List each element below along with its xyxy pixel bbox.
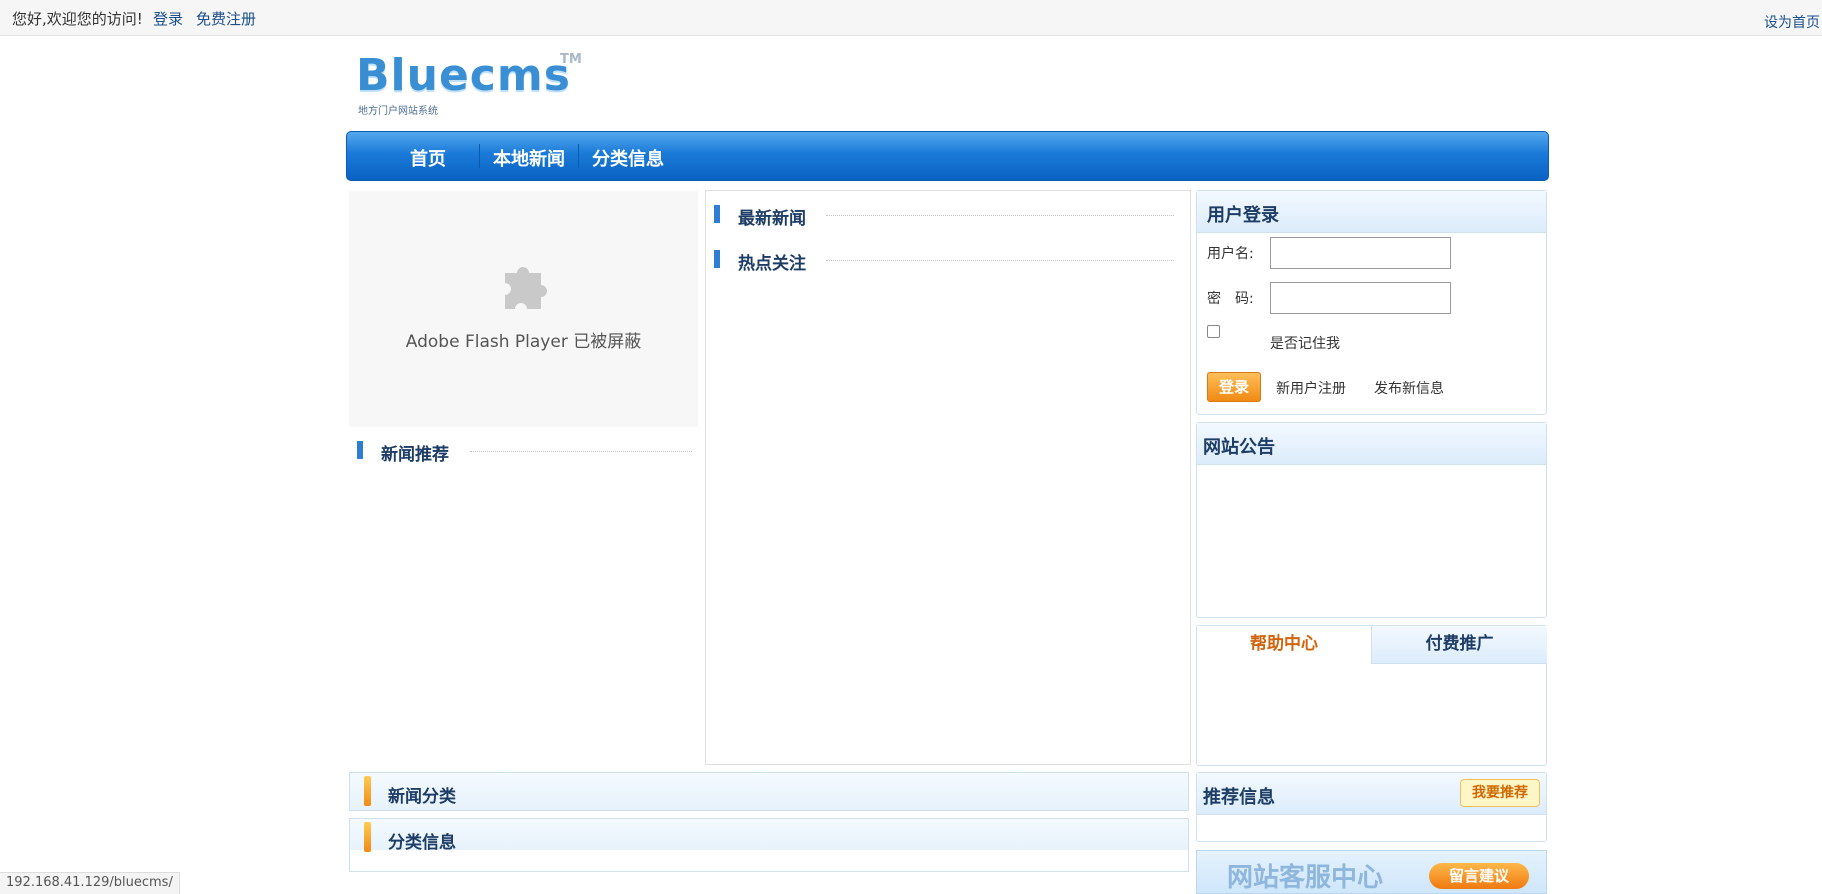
flash-placeholder[interactable]: Adobe Flash Player 已被屏蔽 (349, 191, 698, 427)
puzzle-plugin-icon (505, 267, 547, 309)
greeting-text: 您好,欢迎您的访问! (12, 10, 143, 28)
latest-news-title: 最新新闻 (738, 209, 806, 229)
nav-separator (479, 144, 480, 168)
site-logo[interactable]: Bluecms TM 地方门户网站系统 (356, 50, 596, 120)
set-homepage-link[interactable]: 设为首页 (1764, 12, 1820, 32)
recommend-button[interactable]: 我要推荐 (1460, 779, 1540, 807)
nav-separator (578, 144, 579, 168)
recommend-title: 推荐信息 (1203, 787, 1275, 808)
hot-topics-title: 热点关注 (738, 254, 806, 274)
section-marker (364, 822, 371, 852)
login-box-header: 用户登录 (1197, 191, 1546, 233)
logo-tm: TM (560, 52, 582, 67)
dotted-divider (826, 215, 1174, 216)
middle-column (705, 190, 1191, 765)
section-marker (714, 205, 720, 223)
dotted-divider (826, 260, 1174, 261)
feedback-button[interactable]: 留言建议 (1429, 863, 1529, 889)
login-box-title: 用户登录 (1207, 205, 1279, 226)
tab-help-center[interactable]: 帮助中心 (1197, 626, 1371, 664)
logo-subtitle: 地方门户网站系统 (358, 106, 438, 117)
nav-item-home[interactable]: 首页 (410, 145, 446, 171)
register-link[interactable]: 免费注册 (196, 8, 256, 29)
post-new-info-link[interactable]: 发布新信息 (1374, 378, 1444, 398)
new-user-register-link[interactable]: 新用户注册 (1276, 378, 1346, 398)
section-marker (364, 776, 371, 806)
password-input[interactable] (1270, 282, 1451, 314)
section-marker (357, 441, 363, 459)
classified-info-title: 分类信息 (388, 833, 456, 853)
top-bar: 您好,欢迎您的访问! 登录 免费注册 设为首页 (0, 0, 1822, 36)
news-category-bar: 新闻分类 (349, 772, 1189, 811)
tab-paid-promotion[interactable]: 付费推广 (1371, 626, 1547, 664)
site-notice-header: 网站公告 (1197, 423, 1546, 465)
customer-service-banner[interactable]: 网站客服中心 留言建议 (1196, 850, 1547, 894)
logo-brand: Bluecms (356, 50, 571, 101)
service-title: 网站客服中心 (1227, 863, 1384, 893)
login-box: 用户登录 用户名: 密 码: 是否记住我 登录 新用户注册 发布新信息 (1196, 190, 1547, 415)
login-button[interactable]: 登录 (1207, 372, 1261, 402)
nav-item-classifieds[interactable]: 分类信息 (592, 145, 664, 171)
password-label: 密 码: (1207, 291, 1254, 307)
dotted-divider (470, 451, 692, 452)
remember-me-checkbox[interactable] (1207, 325, 1220, 338)
site-notice-title: 网站公告 (1203, 437, 1275, 458)
help-tabs-box: 帮助中心 付费推广 (1196, 625, 1547, 766)
classified-info-bar: 分类信息 (349, 818, 1189, 872)
status-bar-url: 192.168.41.129/bluecms/ (0, 872, 180, 894)
section-marker (714, 250, 720, 268)
login-link[interactable]: 登录 (153, 8, 183, 29)
news-category-title: 新闻分类 (388, 787, 456, 807)
remember-me-label: 是否记住我 (1270, 336, 1340, 352)
nav-item-local-news[interactable]: 本地新闻 (493, 145, 565, 171)
news-recommend-title: 新闻推荐 (381, 445, 449, 465)
username-label: 用户名: (1207, 246, 1254, 262)
flash-blocked-message: Adobe Flash Player 已被屏蔽 (405, 332, 642, 352)
site-notice-box: 网站公告 (1196, 422, 1547, 618)
username-input[interactable] (1270, 237, 1451, 269)
main-nav: 首页 本地新闻 分类信息 (346, 131, 1549, 181)
